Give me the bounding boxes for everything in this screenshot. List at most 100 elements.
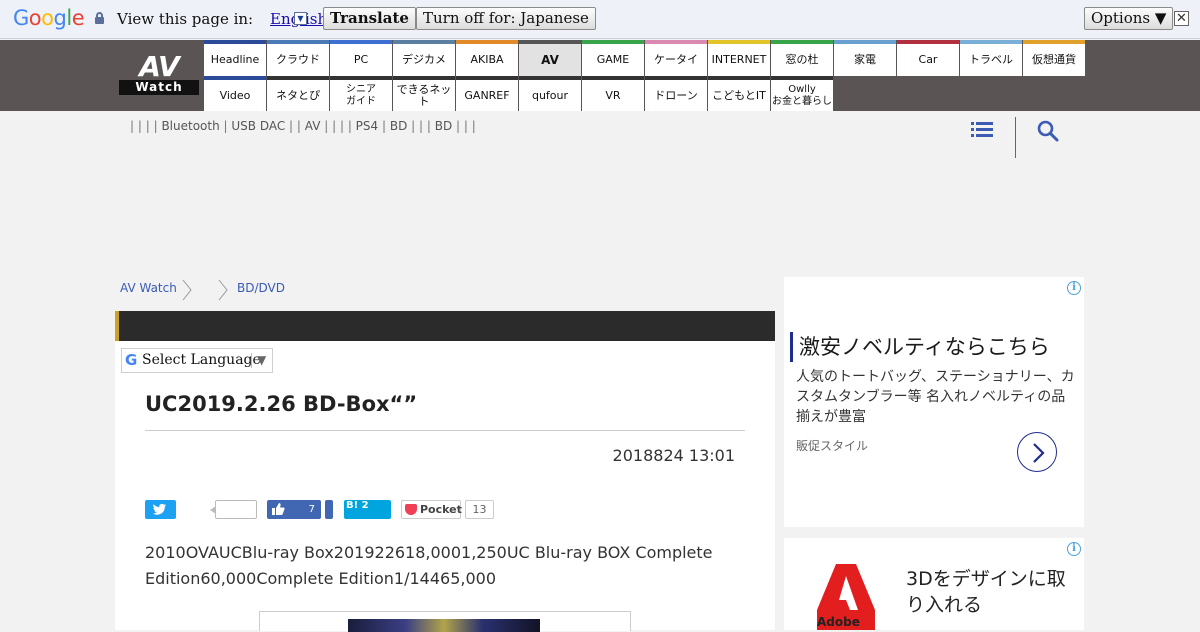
category-nav: Headline クラウド PC デジカメ AKIBA AV GAME ケータイ INTERNE… [204,40,1085,111]
article-date: 2018824 13:01 [612,446,735,465]
twitter-share-button[interactable] [145,500,176,519]
subnav-separator: | [426,119,435,133]
translate-button[interactable]: Translate [323,7,416,30]
ad-description: 人気のトートバッグ、ステーショナリー、カスタムタンブラー等 名入れノベルティの品… [796,369,1075,425]
subnav-separator: | [145,119,154,133]
subnav-separator: | [130,119,138,133]
google-logo-letter: g [53,6,67,30]
google-logo: Google [13,6,85,30]
pocket-button[interactable]: Pocket [401,500,462,519]
article-panel: G Select Language ▼ UC2019.2.26 BD-Box“”… [115,311,775,632]
nav-item[interactable]: クラウド [267,40,329,76]
breadcrumb-chevron-icon [182,279,192,301]
google-g-icon: G [125,351,138,369]
nav-item[interactable]: GAME [582,40,644,76]
nav-item[interactable]: デジカメ [393,40,455,76]
nav-item[interactable]: こどもとIT [708,76,770,111]
article-header-bar [115,311,775,341]
subnav-item[interactable]: BD [390,119,411,133]
language-select[interactable]: G Select Language ▼ [121,348,273,373]
nav-item[interactable]: ドローン [645,76,707,111]
options-button[interactable]: Options ▼ [1084,7,1174,30]
nav-item[interactable]: VR [582,76,644,111]
nav-item[interactable]: INTERNET [708,40,770,76]
search-icon[interactable] [1037,120,1059,142]
ad-title[interactable]: 3Dをデザインに取り入れる [906,566,1076,618]
subnav-separator: | [463,119,472,133]
adobe-logo-text: Adobe [817,615,860,629]
translate-bar: Google View this page in: English ▼ Tran… [0,0,1200,39]
logo-av-text: AV [139,50,179,83]
nav-item[interactable]: AKIBA [456,40,518,76]
subnav-separator: | [411,119,419,133]
chevron-right-icon [1033,443,1045,463]
ad-info-icon[interactable]: i [1067,542,1081,556]
adobe-logo: Adobe [817,564,875,630]
sub-nav: | | | | Bluetooth | USB DAC | | AV | | |… [130,119,476,135]
nav-item[interactable]: PC [330,40,392,76]
ad-info-icon[interactable]: i [1067,281,1081,295]
facebook-share-button[interactable] [325,500,333,519]
nav-item[interactable]: Video [204,76,266,111]
breadcrumb-item-av-watch[interactable]: AV Watch [120,281,177,295]
google-logo-letter: o [28,6,42,30]
article-figure[interactable] [259,611,631,632]
google-logo-letter: e [71,6,85,30]
nav-item[interactable]: 仮想通貨 [1023,40,1085,76]
nav-item[interactable]: Car [897,40,959,76]
header-divider [1015,117,1016,158]
nav-item[interactable]: AV [519,40,581,76]
nav-item[interactable]: Owlly お金と暮らし [771,76,833,111]
article-title: UC2019.2.26 BD-Box“” [145,392,418,416]
thumbs-up-icon [272,503,285,515]
nav-item[interactable]: qufour [519,76,581,111]
subnav-separator: | [419,119,427,133]
breadcrumb-item-bd-dvd[interactable]: BD/DVD [237,281,285,295]
subnav-separator: | [339,119,348,133]
nav-item[interactable]: ケータイ [645,40,707,76]
av-watch-logo[interactable]: AV Watch [119,53,199,95]
facebook-like-button[interactable]: 7 [267,500,321,519]
nav-item[interactable]: トラベル [960,40,1022,76]
subnav-separator: | [296,119,305,133]
ad-arrow-button[interactable] [1017,432,1057,472]
nav-item[interactable]: ネタとぴ [267,76,329,111]
subnav-item[interactable]: BD [435,119,456,133]
lock-icon [95,12,104,24]
subnav-separator: | [347,119,356,133]
subnav-separator: | [289,119,297,133]
sidebar-ad-novelty[interactable]: i 激安ノベルティならこちら 人気のトートバッグ、ステーショナリー、カスタムタン… [784,277,1084,527]
nav-item[interactable]: GANREF [456,76,518,111]
twitter-bird-icon [153,503,166,515]
menu-list-icon[interactable] [971,121,993,139]
subnav-separator: | [137,119,146,133]
subnav-separator: | [381,119,390,133]
like-count: 7 [308,504,315,515]
nav-item[interactable]: 家電 [834,40,896,76]
sidebar-ad-adobe[interactable]: i Adobe 3Dをデザインに取り入れる [784,538,1084,630]
facebook-share-count[interactable] [210,500,257,519]
subnav-separator: | [324,119,333,133]
nav-item[interactable]: 窓の杜 [771,40,833,76]
language-select-label: Select Language [142,352,261,368]
subnav-item[interactable]: PS4 [356,119,382,133]
nav-item[interactable]: できるネット [393,76,455,111]
subnav-separator: | [332,119,340,133]
social-share-buttons: 7 B! 2 Pocket 13 [145,500,545,520]
pocket-icon [405,504,417,515]
subnav-separator: | [471,119,476,133]
title-divider [145,430,745,431]
ad-title[interactable]: 激安ノベルティならこちら [790,332,1050,362]
subnav-item[interactable]: AV [305,119,324,133]
subnav-item[interactable]: USB DAC [231,119,289,133]
close-icon[interactable]: ✕ [1174,11,1189,26]
subnav-item[interactable]: Bluetooth [161,119,223,133]
hatena-bookmark-button[interactable]: B! 2 [344,500,391,519]
language-dropdown-icon[interactable]: ▼ [294,12,307,25]
article-image[interactable] [348,619,540,632]
select-arrow-icon: ▼ [250,349,266,372]
pocket-count: 13 [465,500,494,519]
turn-off-button[interactable]: Turn off for: Japanese [416,7,596,30]
nav-item[interactable]: Headline [204,40,266,76]
nav-item[interactable]: シニア ガイド [330,76,392,111]
